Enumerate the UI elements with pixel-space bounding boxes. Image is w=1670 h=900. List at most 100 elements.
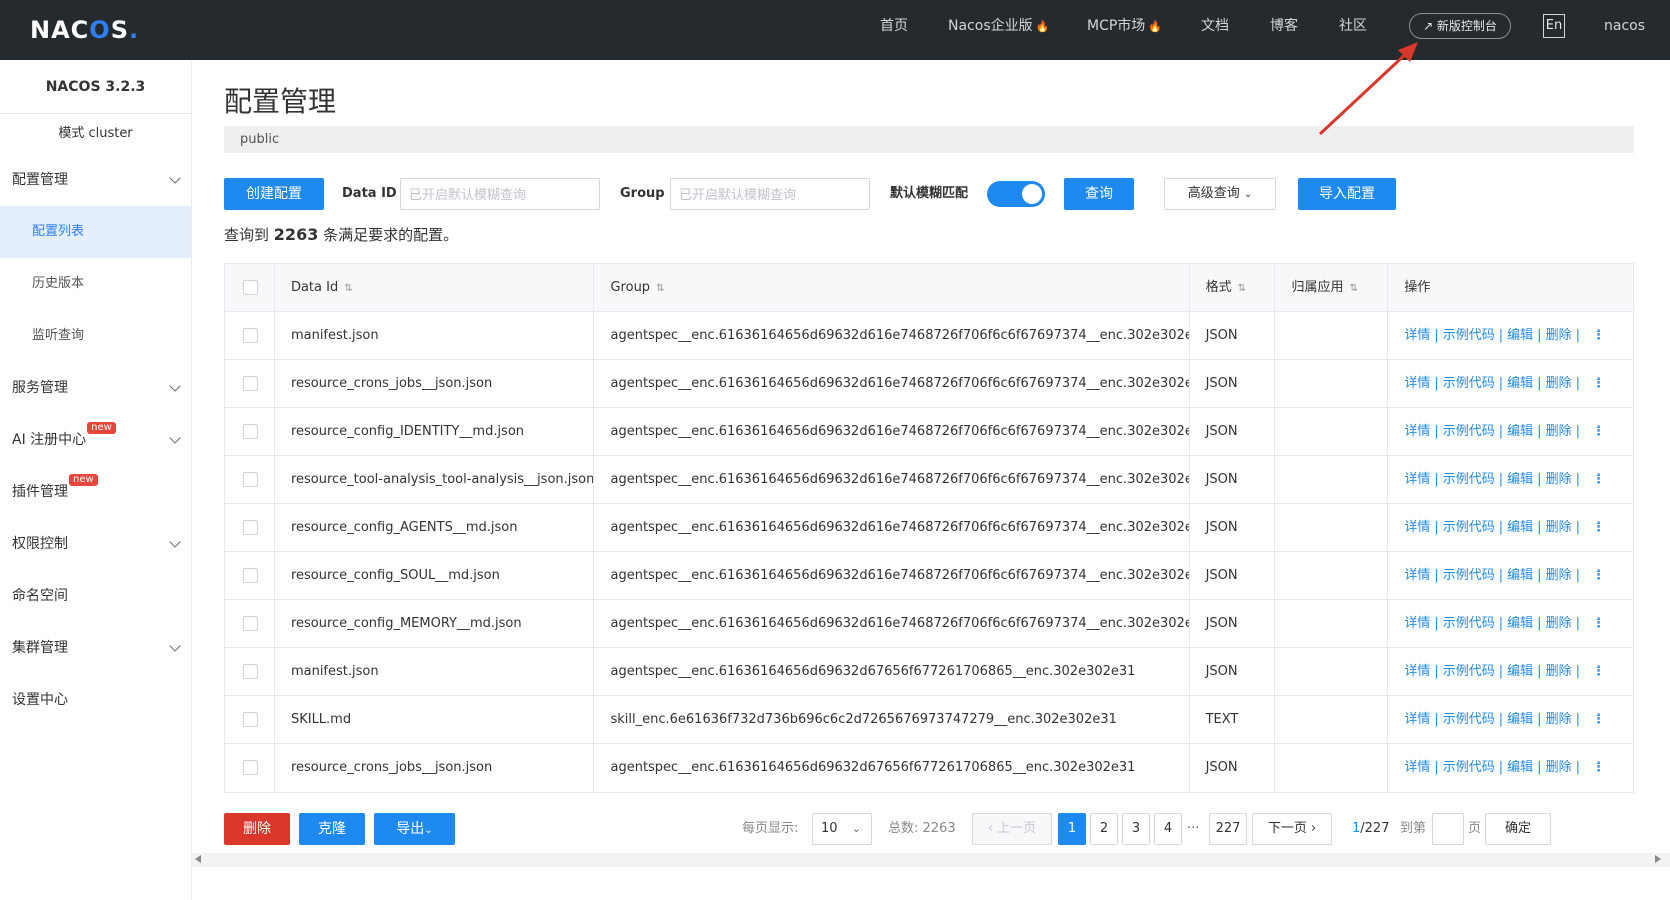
edit-link[interactable]: 编辑 bbox=[1507, 568, 1533, 583]
sample-code-link[interactable]: 示例代码 bbox=[1443, 424, 1495, 439]
header-app[interactable]: 归属应用 ⇅ bbox=[1275, 264, 1389, 312]
edit-link[interactable]: 编辑 bbox=[1507, 760, 1533, 775]
sort-icon[interactable]: ⇅ bbox=[1350, 283, 1358, 294]
delete-link[interactable]: 删除 bbox=[1546, 616, 1572, 631]
header-group[interactable]: Group ⇅ bbox=[594, 264, 1190, 312]
delete-link[interactable]: 删除 bbox=[1546, 520, 1572, 535]
detail-link[interactable]: 详情 bbox=[1404, 760, 1430, 775]
import-config-button[interactable]: 导入配置 bbox=[1298, 178, 1396, 210]
detail-link[interactable]: 详情 bbox=[1404, 664, 1430, 679]
page-size-select[interactable]: 10 ⌄ bbox=[812, 813, 872, 845]
row-checkbox[interactable] bbox=[243, 664, 258, 679]
prev-page-button[interactable]: ‹ 上一页 bbox=[972, 813, 1052, 845]
more-actions-icon[interactable]: ⋮ bbox=[1592, 328, 1605, 343]
row-checkbox[interactable] bbox=[243, 472, 258, 487]
delete-button[interactable]: 删除 bbox=[224, 813, 290, 845]
language-toggle-button[interactable]: En bbox=[1543, 14, 1565, 38]
sidebar-item[interactable]: 命名空间 bbox=[0, 570, 191, 622]
more-actions-icon[interactable]: ⋮ bbox=[1592, 568, 1605, 583]
more-actions-icon[interactable]: ⋮ bbox=[1592, 520, 1605, 535]
edit-link[interactable]: 编辑 bbox=[1507, 616, 1533, 631]
nav-mcp-market[interactable]: MCP市场 🔥 bbox=[1087, 0, 1162, 60]
detail-link[interactable]: 详情 bbox=[1404, 424, 1430, 439]
page-button-3[interactable]: 3 bbox=[1122, 813, 1150, 845]
edit-link[interactable]: 编辑 bbox=[1507, 664, 1533, 679]
nav-community[interactable]: 社区 bbox=[1339, 0, 1367, 60]
sample-code-link[interactable]: 示例代码 bbox=[1443, 760, 1495, 775]
horizontal-scrollbar[interactable] bbox=[192, 853, 1670, 867]
nav-blog[interactable]: 博客 bbox=[1270, 0, 1298, 60]
edit-link[interactable]: 编辑 bbox=[1507, 712, 1533, 727]
edit-link[interactable]: 编辑 bbox=[1507, 520, 1533, 535]
sample-code-link[interactable]: 示例代码 bbox=[1443, 328, 1495, 343]
nav-docs[interactable]: 文档 bbox=[1201, 0, 1229, 60]
delete-link[interactable]: 删除 bbox=[1546, 472, 1572, 487]
delete-link[interactable]: 删除 bbox=[1546, 424, 1572, 439]
detail-link[interactable]: 详情 bbox=[1404, 712, 1430, 727]
next-page-button[interactable]: 下一页 › bbox=[1252, 813, 1332, 845]
row-checkbox[interactable] bbox=[243, 712, 258, 727]
delete-link[interactable]: 删除 bbox=[1546, 328, 1572, 343]
sidebar-item[interactable]: 监听查询 bbox=[0, 310, 191, 362]
nacos-logo[interactable]: NACOS. bbox=[30, 13, 139, 47]
sample-code-link[interactable]: 示例代码 bbox=[1443, 616, 1495, 631]
sidebar-item[interactable]: 配置管理 bbox=[0, 154, 191, 206]
delete-link[interactable]: 删除 bbox=[1546, 712, 1572, 727]
row-checkbox[interactable] bbox=[243, 760, 258, 775]
query-button[interactable]: 查询 bbox=[1064, 178, 1134, 210]
row-checkbox[interactable] bbox=[243, 616, 258, 631]
sample-code-link[interactable]: 示例代码 bbox=[1443, 664, 1495, 679]
sort-icon[interactable]: ⇅ bbox=[344, 283, 352, 294]
data-id-input[interactable] bbox=[400, 178, 600, 210]
advanced-query-button[interactable]: 高级查询 ⌄ bbox=[1164, 178, 1276, 210]
namespace-label[interactable]: public bbox=[240, 132, 279, 147]
edit-link[interactable]: 编辑 bbox=[1507, 376, 1533, 391]
page-button-2[interactable]: 2 bbox=[1090, 813, 1118, 845]
sidebar-item[interactable]: 集群管理 bbox=[0, 622, 191, 674]
edit-link[interactable]: 编辑 bbox=[1507, 472, 1533, 487]
sample-code-link[interactable]: 示例代码 bbox=[1443, 568, 1495, 583]
select-all-checkbox[interactable] bbox=[243, 280, 258, 295]
nav-enterprise[interactable]: Nacos企业版 🔥 bbox=[948, 0, 1049, 60]
detail-link[interactable]: 详情 bbox=[1404, 520, 1430, 535]
sidebar-item[interactable]: AI 注册中心new bbox=[0, 414, 191, 466]
sidebar-item[interactable]: 配置列表 bbox=[0, 206, 191, 258]
delete-link[interactable]: 删除 bbox=[1546, 760, 1572, 775]
sort-icon[interactable]: ⇅ bbox=[656, 283, 664, 294]
user-menu[interactable]: nacos bbox=[1604, 0, 1645, 60]
nav-home[interactable]: 首页 bbox=[880, 0, 908, 60]
more-actions-icon[interactable]: ⋮ bbox=[1592, 424, 1605, 439]
delete-link[interactable]: 删除 bbox=[1546, 376, 1572, 391]
detail-link[interactable]: 详情 bbox=[1404, 376, 1430, 391]
edit-link[interactable]: 编辑 bbox=[1507, 328, 1533, 343]
sort-icon[interactable]: ⇅ bbox=[1238, 283, 1246, 294]
page-button-4[interactable]: 4 bbox=[1154, 813, 1182, 845]
goto-confirm-button[interactable]: 确定 bbox=[1485, 813, 1551, 845]
more-actions-icon[interactable]: ⋮ bbox=[1592, 760, 1605, 775]
row-checkbox[interactable] bbox=[243, 520, 258, 535]
group-input[interactable] bbox=[670, 178, 870, 210]
delete-link[interactable]: 删除 bbox=[1546, 568, 1572, 583]
fuzzy-match-toggle[interactable] bbox=[987, 181, 1045, 207]
scroll-left-icon[interactable] bbox=[195, 855, 201, 863]
row-checkbox[interactable] bbox=[243, 376, 258, 391]
detail-link[interactable]: 详情 bbox=[1404, 616, 1430, 631]
sample-code-link[interactable]: 示例代码 bbox=[1443, 472, 1495, 487]
sidebar-item[interactable]: 设置中心 bbox=[0, 674, 191, 726]
clone-button[interactable]: 克隆 bbox=[299, 813, 365, 845]
row-checkbox[interactable] bbox=[243, 568, 258, 583]
scroll-right-icon[interactable] bbox=[1655, 855, 1661, 863]
detail-link[interactable]: 详情 bbox=[1404, 568, 1430, 583]
detail-link[interactable]: 详情 bbox=[1404, 472, 1430, 487]
more-actions-icon[interactable]: ⋮ bbox=[1592, 616, 1605, 631]
sidebar-item[interactable]: 历史版本 bbox=[0, 258, 191, 310]
page-button-1[interactable]: 1 bbox=[1058, 813, 1086, 845]
header-data-id[interactable]: Data Id ⇅ bbox=[275, 264, 595, 312]
more-actions-icon[interactable]: ⋮ bbox=[1592, 472, 1605, 487]
detail-link[interactable]: 详情 bbox=[1404, 328, 1430, 343]
more-actions-icon[interactable]: ⋮ bbox=[1592, 712, 1605, 727]
more-actions-icon[interactable]: ⋮ bbox=[1592, 664, 1605, 679]
sidebar-item[interactable]: 插件管理new bbox=[0, 466, 191, 518]
row-checkbox[interactable] bbox=[243, 328, 258, 343]
row-checkbox[interactable] bbox=[243, 424, 258, 439]
